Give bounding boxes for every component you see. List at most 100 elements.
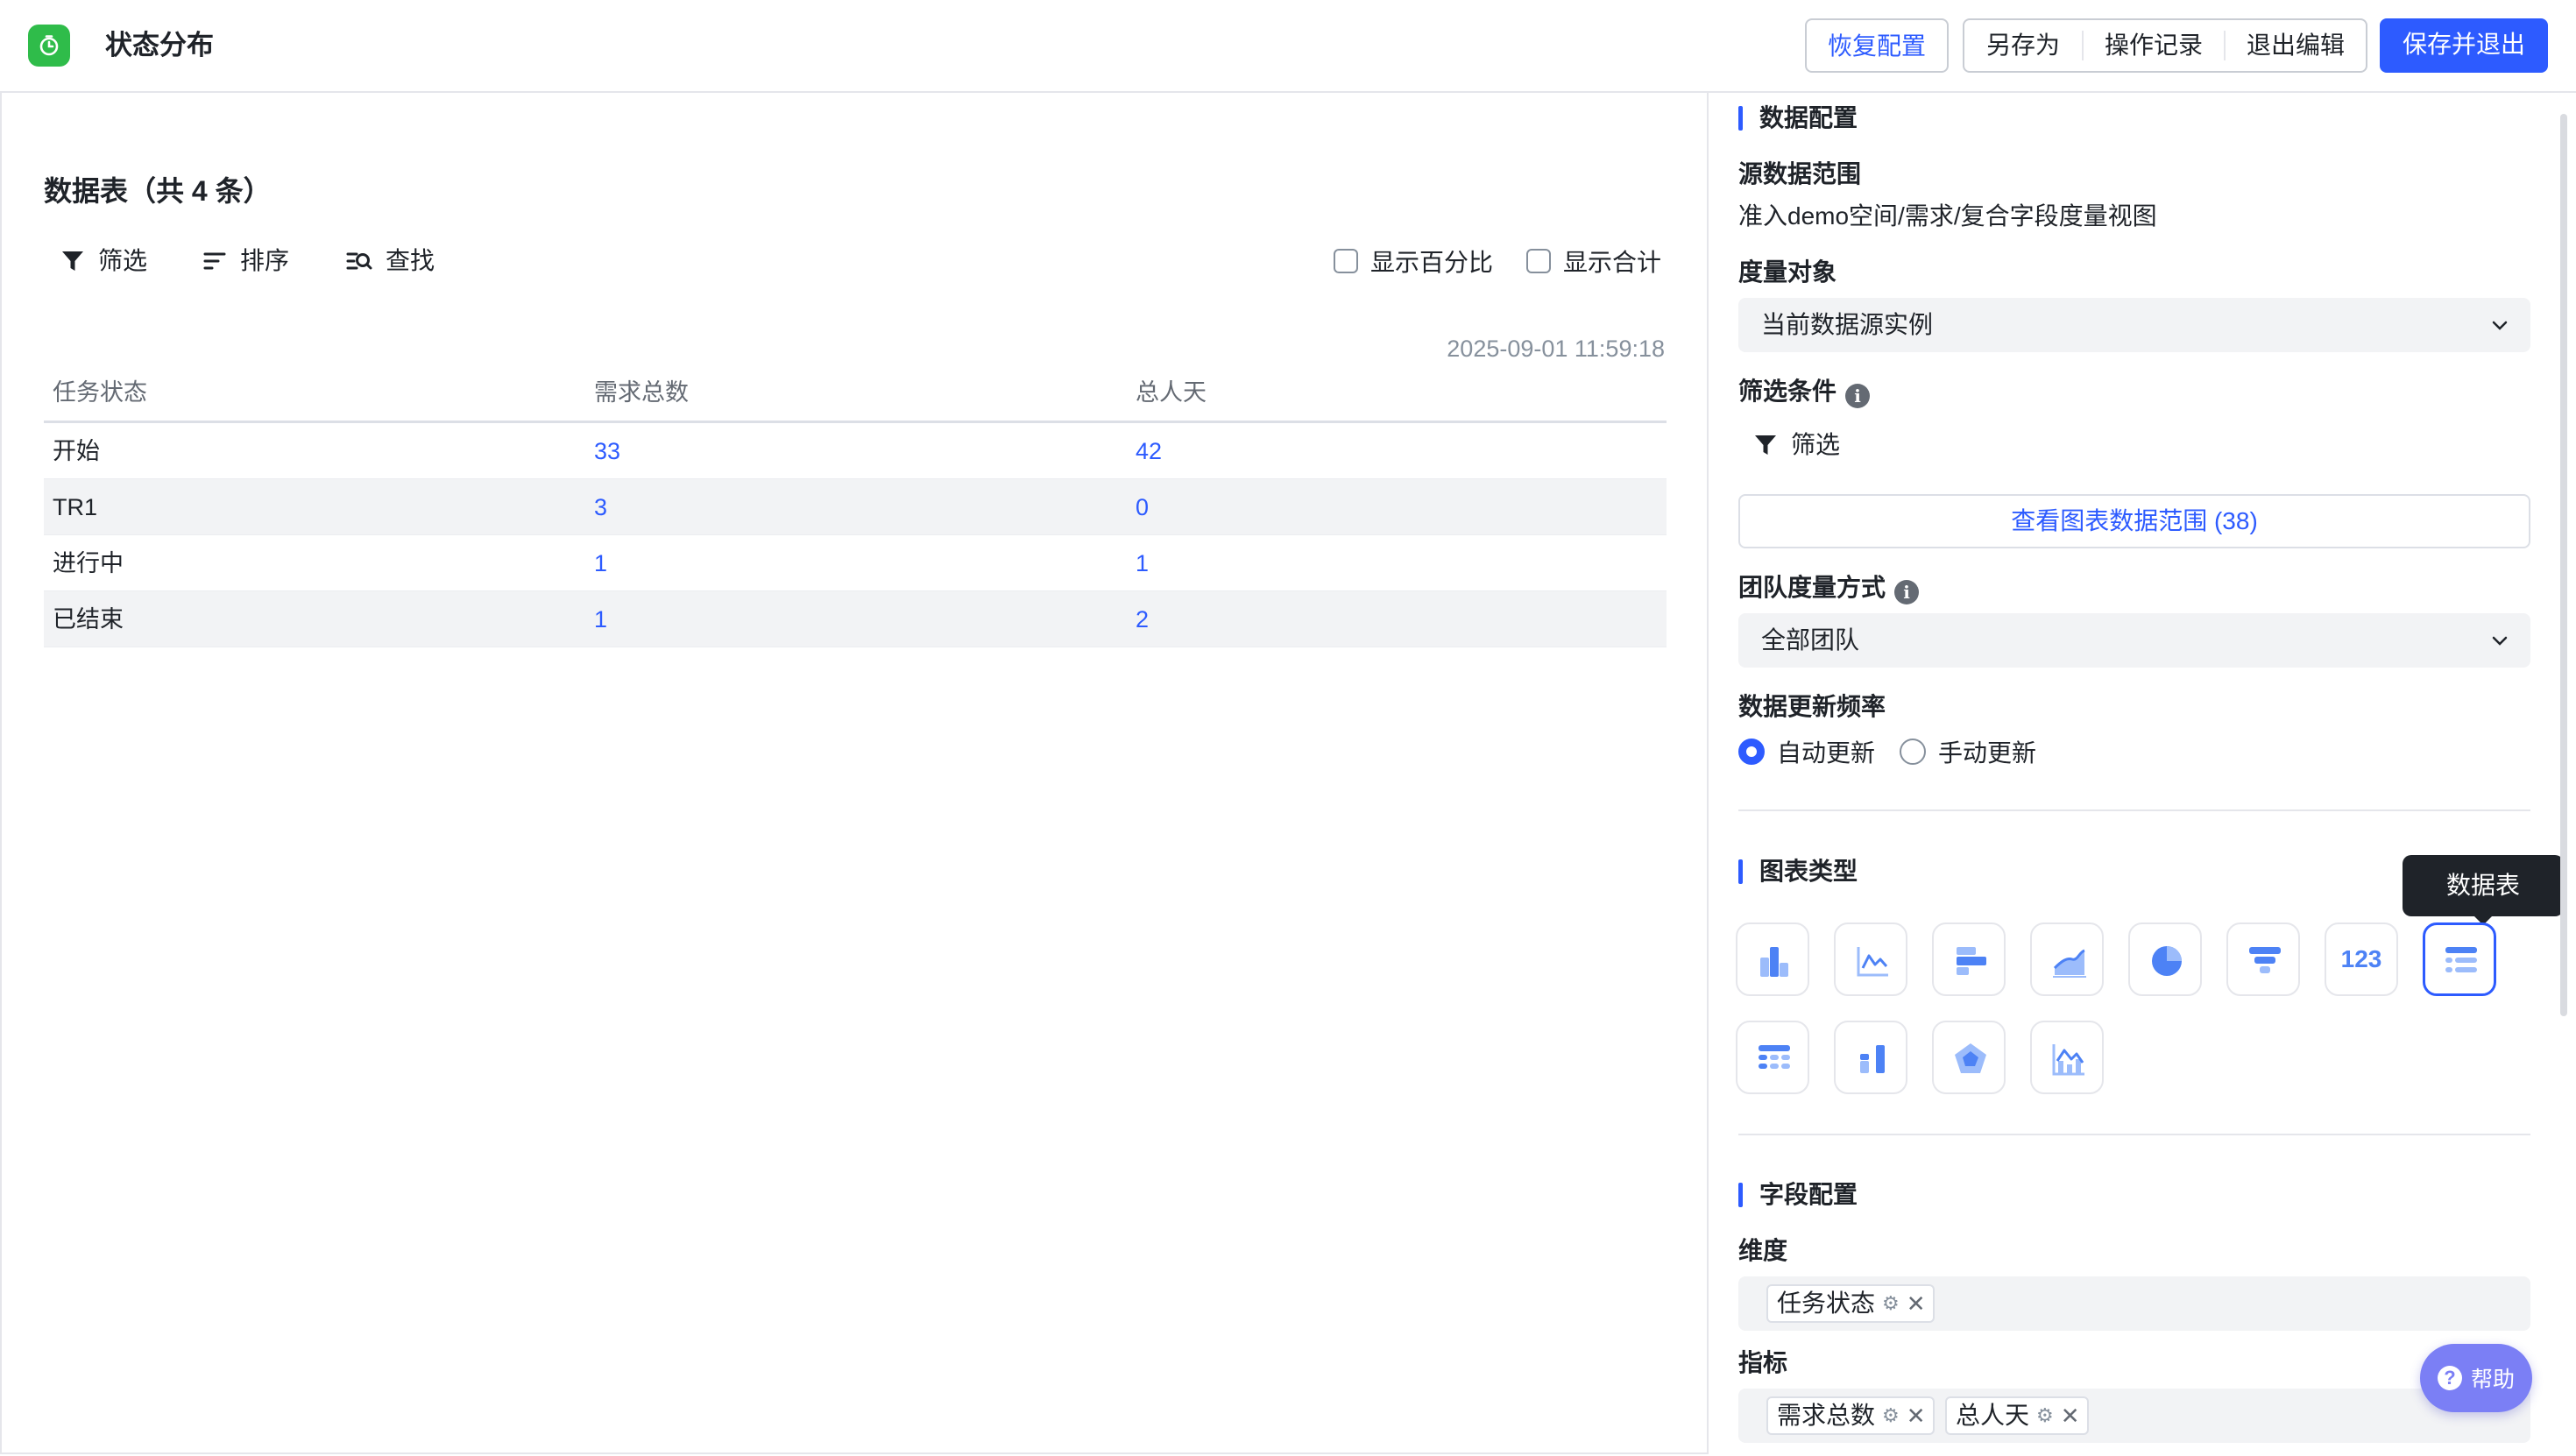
update-frequency-label: 数据更新频率 <box>1738 693 1886 720</box>
dimension-label: 维度 <box>1738 1237 1788 1264</box>
radar-chart-icon[interactable] <box>1932 1021 2006 1094</box>
cell-status: TR1 <box>53 494 98 520</box>
divider <box>1738 809 2530 811</box>
filter-condition-label: 筛选条件 i <box>1738 374 1871 409</box>
divider <box>1738 1134 2530 1135</box>
filter-icon <box>62 251 83 271</box>
metric-tag[interactable]: 总人天 ⚙ ✕ <box>1945 1396 2089 1435</box>
line-chart-icon[interactable] <box>1834 922 1907 996</box>
measure-object-value: 当前数据源实例 <box>1761 311 1934 338</box>
tag-label: 总人天 <box>1956 1402 2030 1429</box>
number-card-icon[interactable]: 123 <box>2325 922 2398 996</box>
history-button[interactable]: 操作记录 <box>2084 20 2224 71</box>
close-icon[interactable]: ✕ <box>1907 1398 1926 1433</box>
team-measure-value: 全部团队 <box>1761 626 1860 654</box>
sort-tool-label: 排序 <box>240 247 290 274</box>
cell-status: 开始 <box>53 438 100 464</box>
info-icon[interactable]: i <box>1894 580 1920 604</box>
table-header-row: 任务状态 需求总数 总人天 <box>44 364 1667 423</box>
gear-icon[interactable]: ⚙ <box>1882 1398 1900 1433</box>
combo-chart-icon[interactable] <box>2030 1021 2104 1094</box>
manual-update-radio[interactable]: 手动更新 <box>1900 734 2036 769</box>
filter-tool[interactable]: 筛选 <box>60 244 147 279</box>
column-header[interactable]: 需求总数 <box>594 375 689 410</box>
info-icon[interactable]: i <box>1845 384 1871 408</box>
config-filter-label: 筛选 <box>1791 431 1841 458</box>
tag-label: 需求总数 <box>1777 1402 1876 1429</box>
config-filter-button[interactable]: 筛选 <box>1752 428 1840 463</box>
field-config-section-title: 字段配置 <box>1738 1177 1858 1212</box>
table-row: 开始 33 42 <box>44 423 1667 479</box>
checkbox-box[interactable] <box>1526 249 1551 273</box>
show-percent-label: 显示百分比 <box>1370 249 1494 276</box>
restore-config-button[interactable]: 恢复配置 <box>1805 18 1949 73</box>
metric-label: 指标 <box>1738 1349 1788 1376</box>
radio-checked[interactable] <box>1738 739 1765 765</box>
cell-person-days[interactable]: 2 <box>1136 602 1149 637</box>
pivot-table-icon[interactable] <box>1736 1021 1809 1094</box>
dimension-field-box[interactable]: 任务状态 ⚙ ✕ <box>1738 1276 2530 1331</box>
save-and-exit-button[interactable]: 保存并退出 <box>2380 18 2548 73</box>
team-measure-label: 团队度量方式 i <box>1738 570 1920 605</box>
stacked-bar-icon[interactable] <box>1834 1021 1907 1094</box>
filter-icon <box>1755 435 1776 455</box>
timer-icon <box>39 35 59 56</box>
show-total-checkbox[interactable]: 显示合计 <box>1526 245 1661 277</box>
save-as-button[interactable]: 另存为 <box>1964 20 2082 71</box>
chart-type-section-title: 图表类型 <box>1738 854 1858 889</box>
data-table-icon[interactable] <box>2423 922 2496 996</box>
pie-chart-icon[interactable] <box>2128 922 2202 996</box>
cell-person-days[interactable]: 42 <box>1136 434 1162 469</box>
table-panel <box>0 91 1709 1454</box>
help-label: 帮助 <box>2470 1368 2515 1392</box>
measure-object-select[interactable]: 当前数据源实例 <box>1738 298 2530 352</box>
table-row: 进行中 1 1 <box>44 535 1667 591</box>
column-header[interactable]: 总人天 <box>1136 375 1207 410</box>
close-icon[interactable]: ✕ <box>2061 1398 2080 1433</box>
filter-condition-text: 筛选条件 <box>1738 378 1837 405</box>
update-timestamp: 2025-09-01 11:59:18 <box>1447 336 1665 362</box>
source-range-value: 准入demo空间/需求/复合字段度量视图 <box>1738 202 2157 230</box>
metric-field-box[interactable]: 需求总数 ⚙ ✕ 总人天 ⚙ ✕ <box>1738 1389 2530 1443</box>
config-scrollbar[interactable] <box>2560 114 2567 1016</box>
funnel-icon[interactable] <box>2226 922 2300 996</box>
cell-demand-count[interactable]: 33 <box>594 434 620 469</box>
column-header[interactable]: 任务状态 <box>53 375 147 410</box>
find-icon <box>346 252 372 270</box>
gear-icon[interactable]: ⚙ <box>1882 1286 1900 1321</box>
sort-icon <box>203 252 226 270</box>
action-button-group: 另存为 操作记录 退出编辑 <box>1963 18 2367 73</box>
metric-tag[interactable]: 需求总数 ⚙ ✕ <box>1766 1396 1935 1435</box>
view-chart-range-button[interactable]: 查看图表数据范围 (38) <box>1738 494 2530 548</box>
cell-demand-count[interactable]: 1 <box>594 602 607 637</box>
measure-object-label: 度量对象 <box>1738 258 1837 286</box>
sort-tool[interactable]: 排序 <box>202 244 289 279</box>
cell-demand-count[interactable]: 3 <box>594 490 607 525</box>
horizontal-bar-icon[interactable] <box>1932 922 2006 996</box>
close-icon[interactable]: ✕ <box>1907 1286 1926 1321</box>
radio-unchecked[interactable] <box>1900 739 1926 765</box>
data-config-section-title: 数据配置 <box>1738 101 1858 136</box>
bar-chart-icon[interactable] <box>1736 922 1809 996</box>
checkbox-box[interactable] <box>1334 249 1358 273</box>
cell-person-days[interactable]: 0 <box>1136 490 1149 525</box>
chevron-down-icon <box>2492 321 2508 330</box>
cell-demand-count[interactable]: 1 <box>594 546 607 581</box>
cell-person-days[interactable]: 1 <box>1136 546 1149 581</box>
table-row: 已结束 1 2 <box>44 591 1667 647</box>
auto-update-radio[interactable]: 自动更新 <box>1738 734 1875 769</box>
gear-icon[interactable]: ⚙ <box>2036 1398 2054 1433</box>
show-total-label: 显示合计 <box>1563 249 1662 276</box>
dimension-tag[interactable]: 任务状态 ⚙ ✕ <box>1766 1284 1935 1323</box>
area-chart-icon[interactable] <box>2030 922 2104 996</box>
find-tool[interactable]: 查找 <box>345 244 435 279</box>
app-logo <box>28 25 70 67</box>
source-range-label: 源数据范围 <box>1738 160 1862 187</box>
cell-status: 已结束 <box>53 606 124 633</box>
exit-edit-button[interactable]: 退出编辑 <box>2226 20 2366 71</box>
data-table: 任务状态 需求总数 总人天 开始 33 42 TR1 3 0 进行中 1 1 已… <box>44 364 1667 647</box>
table-title: 数据表（共 4 条） <box>44 175 272 207</box>
help-button[interactable]: ? 帮助 <box>2420 1344 2532 1412</box>
show-percent-checkbox[interactable]: 显示百分比 <box>1334 245 1493 277</box>
team-measure-select[interactable]: 全部团队 <box>1738 613 2530 668</box>
